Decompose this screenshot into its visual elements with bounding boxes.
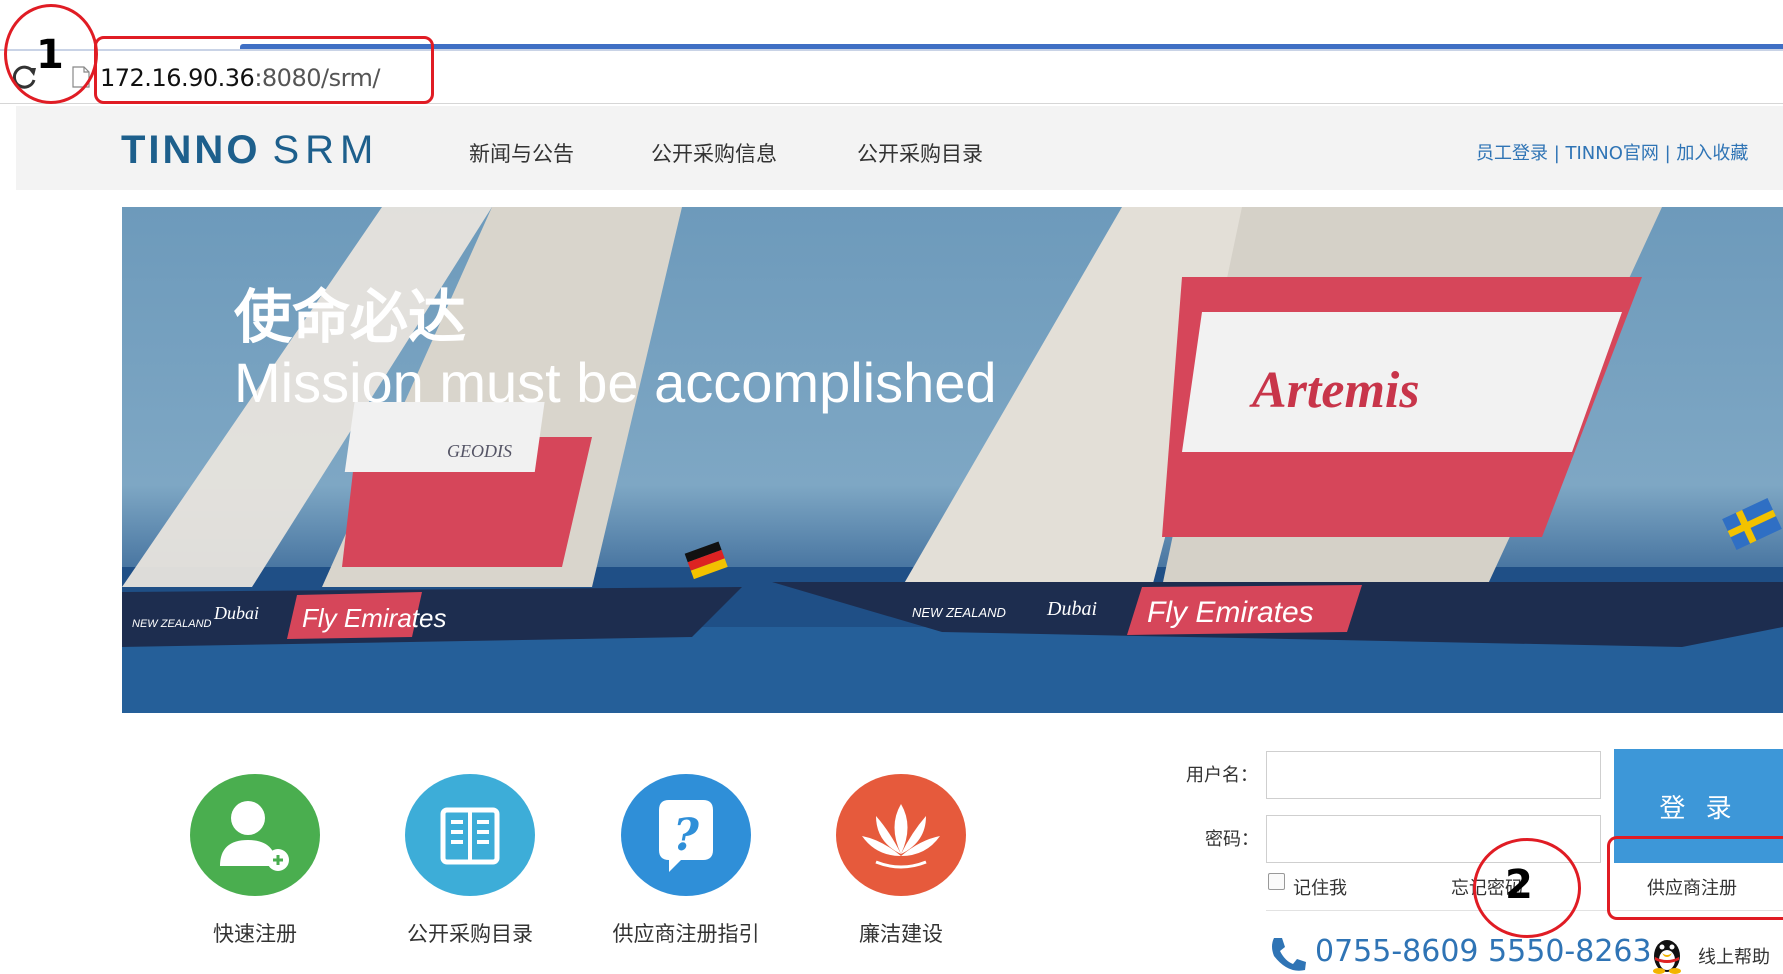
username-input[interactable] [1266, 751, 1601, 799]
svg-text:Fly Emirates: Fly Emirates [302, 603, 446, 633]
supplier-guide-label[interactable]: 供应商注册指引 [576, 918, 796, 948]
question-icon: ? [659, 800, 713, 872]
nav-public-procurement-catalog[interactable]: 公开采购目录 [857, 138, 983, 168]
lotus-icon [862, 804, 940, 869]
supplier-guide-button[interactable]: ? [621, 774, 751, 896]
catalog-button[interactable] [405, 774, 535, 896]
svg-text:?: ? [673, 810, 700, 861]
integrity-button[interactable] [836, 774, 966, 896]
annotation-register-box [1607, 836, 1783, 920]
annotation-number-1: 1 [36, 32, 64, 78]
username-label: 用户名： [1186, 765, 1258, 786]
annotation-url-box [94, 36, 434, 104]
book-icon [440, 807, 500, 865]
svg-text:GEODIS: GEODIS [447, 441, 512, 461]
banner-subtitle: Mission must be accomplished [234, 351, 997, 414]
svg-text:Dubai: Dubai [213, 603, 259, 623]
quick-register-label[interactable]: 快速注册 [145, 918, 365, 948]
svg-text:Fly Emirates: Fly Emirates [1147, 596, 1314, 629]
add-user-icon [220, 801, 289, 871]
banner-title: 使命必达 [234, 283, 467, 351]
svg-text:Dubai: Dubai [1046, 598, 1097, 620]
nav-news[interactable]: 新闻与公告 [469, 138, 574, 168]
remember-me-checkbox[interactable] [1268, 873, 1285, 890]
annotation-number-2: 2 [1505, 862, 1533, 908]
qq-penguin-icon[interactable] [1648, 934, 1686, 974]
phone-icon [1272, 938, 1306, 971]
svg-text:Artemis: Artemis [1249, 362, 1420, 419]
integrity-label[interactable]: 廉洁建设 [791, 918, 1011, 948]
quick-register-button[interactable] [190, 774, 320, 896]
nav-public-procurement-info[interactable]: 公开采购信息 [651, 138, 777, 168]
site-logo[interactable]: TINNO SRM [121, 128, 379, 173]
remember-me-label[interactable]: 记住我 [1293, 874, 1347, 900]
svg-text:NEW ZEALAND: NEW ZEALAND [132, 618, 212, 630]
catalog-label[interactable]: 公开采购目录 [360, 918, 580, 948]
password-label: 密码： [1205, 829, 1259, 850]
top-links[interactable]: 员工登录 | TINNO官网 | 加入收藏 [1476, 139, 1748, 165]
support-phone: 0755-8609 5550-8263 [1315, 934, 1652, 969]
online-help-link[interactable]: 线上帮助 [1698, 943, 1770, 969]
svg-text:NEW ZEALAND: NEW ZEALAND [912, 605, 1006, 620]
